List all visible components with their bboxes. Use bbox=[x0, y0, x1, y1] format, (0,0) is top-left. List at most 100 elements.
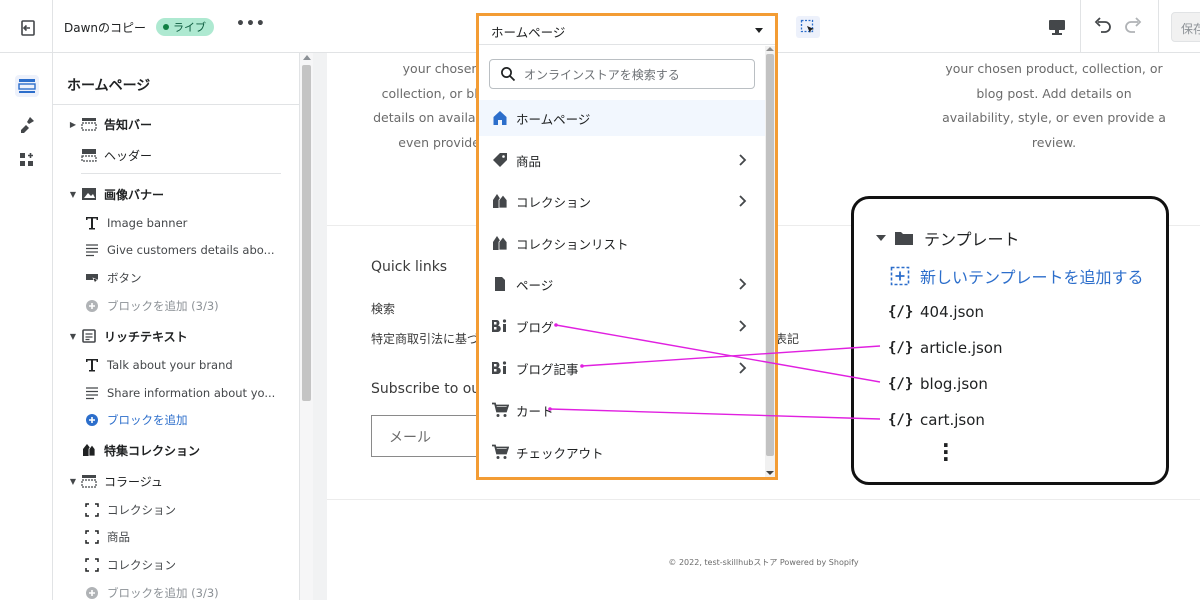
block-text[interactable]: Give customers details abo... bbox=[53, 237, 299, 263]
template-file[interactable]: {/} cart.json bbox=[854, 411, 985, 429]
template-select[interactable]: ホームページ bbox=[479, 16, 775, 45]
menu-item-checkout[interactable]: チェックアウト bbox=[479, 434, 765, 470]
folder-label: テンプレート bbox=[924, 230, 1020, 249]
block-button[interactable]: ボタン bbox=[53, 265, 299, 291]
add-block-label: ブロックを追加 bbox=[107, 413, 188, 427]
footer-link-legal[interactable]: 特定商取引法に基づ bbox=[371, 330, 479, 347]
frame-icon bbox=[83, 557, 101, 573]
menu-item-blog-posts[interactable]: ブログ記事 bbox=[479, 350, 765, 386]
block-label: Talk about your brand bbox=[107, 358, 233, 372]
footer-link-legal[interactable]: 表記 bbox=[775, 330, 799, 347]
template-file-name: article.json bbox=[920, 339, 1003, 357]
menu-item-pages[interactable]: ページ bbox=[479, 266, 765, 302]
chevron-right-icon bbox=[739, 154, 747, 166]
add-block-button[interactable]: ブロックを追加 (3/3) bbox=[53, 293, 299, 319]
templates-folder[interactable]: テンプレート bbox=[854, 226, 1020, 250]
json-file-icon: {/} bbox=[888, 304, 914, 320]
collage-icon bbox=[80, 473, 98, 489]
template-file[interactable]: {/} 404.json bbox=[854, 303, 984, 321]
block-collection[interactable]: コレクション bbox=[53, 497, 299, 523]
caret-down-icon[interactable] bbox=[755, 28, 763, 33]
menu-item-home[interactable]: ホームページ bbox=[479, 100, 765, 136]
block-heading[interactable]: Image banner bbox=[53, 210, 299, 236]
section-announcement-bar[interactable]: ▶ 告知バー bbox=[53, 111, 299, 137]
menu-item-collection-list[interactable]: コレクションリスト bbox=[479, 225, 765, 261]
apps-icon[interactable] bbox=[15, 149, 39, 171]
menu-item-cart[interactable]: カート bbox=[479, 392, 765, 428]
exit-icon[interactable] bbox=[19, 18, 39, 38]
scrollbar-thumb[interactable] bbox=[302, 65, 311, 401]
scroll-up-icon[interactable] bbox=[303, 55, 311, 60]
menu-item-label: コレクションリスト bbox=[516, 236, 629, 252]
menu-item-collections[interactable]: コレクション bbox=[479, 183, 765, 219]
template-file-name: 404.json bbox=[920, 303, 985, 321]
template-file[interactable]: {/} blog.json bbox=[854, 375, 988, 393]
menu-item-label: ページ bbox=[516, 277, 554, 293]
template-select-value: ホームページ bbox=[491, 25, 566, 40]
inspector-icon[interactable] bbox=[796, 16, 820, 38]
caret-down-icon[interactable] bbox=[876, 235, 886, 241]
divider bbox=[1080, 0, 1081, 53]
block-label: コレクション bbox=[107, 503, 176, 517]
live-dot-icon bbox=[163, 24, 169, 30]
left-rail bbox=[0, 53, 53, 600]
json-file-icon: {/} bbox=[888, 340, 914, 356]
folder-icon bbox=[895, 232, 913, 245]
caret-down-icon[interactable]: ▼ bbox=[69, 477, 77, 486]
collection-icon bbox=[80, 442, 98, 458]
section-header[interactable]: ヘッダー bbox=[53, 142, 299, 168]
chevron-right-icon bbox=[739, 362, 747, 374]
block-collection[interactable]: コレクション bbox=[53, 552, 299, 578]
json-file-icon: {/} bbox=[888, 412, 914, 428]
scrollbar-thumb[interactable] bbox=[766, 54, 774, 456]
menu-item-label: ブログ記事 bbox=[516, 361, 579, 377]
add-template-link[interactable]: 新しいテンプレートを追加する bbox=[854, 264, 1144, 288]
block-text[interactable]: Share information about yo... bbox=[53, 380, 299, 406]
add-block-label: ブロックを追加 (3/3) bbox=[107, 586, 219, 600]
tag-icon bbox=[491, 151, 509, 169]
section-collage[interactable]: ▼ コラージュ bbox=[53, 468, 299, 494]
section-rich-text[interactable]: ▼ リッチテキスト bbox=[53, 323, 299, 349]
theme-settings-icon[interactable] bbox=[15, 113, 39, 135]
block-heading[interactable]: Talk about your brand bbox=[53, 352, 299, 378]
chevron-right-icon bbox=[739, 320, 747, 332]
footer-link-search[interactable]: 検索 bbox=[371, 300, 395, 317]
redo-icon[interactable] bbox=[1122, 14, 1146, 38]
template-file[interactable]: {/} article.json bbox=[854, 339, 1003, 357]
caret-down-icon[interactable]: ▼ bbox=[69, 332, 77, 341]
copyright-text: © 2022, test-skillhubストア Powered by Shop… bbox=[668, 558, 859, 567]
menu-item-products[interactable]: 商品 bbox=[479, 142, 765, 178]
frame-icon bbox=[83, 502, 101, 518]
cart-icon bbox=[491, 401, 509, 419]
add-block-button[interactable]: ブロックを追加 (3/3) bbox=[53, 580, 299, 600]
section-featured-collection[interactable]: 特集コレクション bbox=[53, 437, 299, 463]
scroll-down-icon[interactable] bbox=[766, 471, 774, 475]
block-product[interactable]: 商品 bbox=[53, 524, 299, 550]
section-image-banner[interactable]: ▼ 画像バナー bbox=[53, 181, 299, 207]
sections-icon[interactable] bbox=[15, 75, 39, 97]
save-button[interactable]: 保存 bbox=[1171, 12, 1200, 42]
template-file-name: cart.json bbox=[920, 411, 985, 429]
divider bbox=[52, 0, 53, 53]
undo-icon[interactable] bbox=[1090, 14, 1114, 38]
dropdown-scrollbar[interactable] bbox=[765, 46, 775, 477]
feature-text: your chosen product, collection, or blog… bbox=[942, 61, 1166, 150]
caret-down-icon[interactable]: ▼ bbox=[69, 190, 77, 199]
add-block-button[interactable]: ブロックを追加 bbox=[53, 407, 299, 433]
sidebar-scrollbar[interactable] bbox=[299, 53, 313, 600]
block-label: コレクション bbox=[107, 558, 176, 572]
menu-item-label: カート bbox=[516, 403, 554, 419]
more-vertical-icon: · · · bbox=[942, 433, 950, 471]
block-label: Share information about yo... bbox=[107, 386, 276, 400]
live-badge: ライブ bbox=[156, 18, 214, 36]
sidebar-title: ホームページ bbox=[67, 78, 151, 94]
caret-right-icon[interactable]: ▶ bbox=[69, 120, 77, 129]
store-search-input[interactable]: オンラインストアを検索する bbox=[489, 59, 755, 89]
menu-item-blogs[interactable]: ブログ bbox=[479, 308, 765, 344]
scroll-up-icon[interactable] bbox=[766, 47, 774, 51]
collection-icon bbox=[491, 192, 509, 210]
add-block-label: ブロックを追加 (3/3) bbox=[107, 299, 219, 313]
chevron-right-icon bbox=[739, 195, 747, 207]
more-actions-button[interactable]: ••• bbox=[236, 16, 266, 32]
desktop-view-icon[interactable] bbox=[1046, 17, 1068, 37]
